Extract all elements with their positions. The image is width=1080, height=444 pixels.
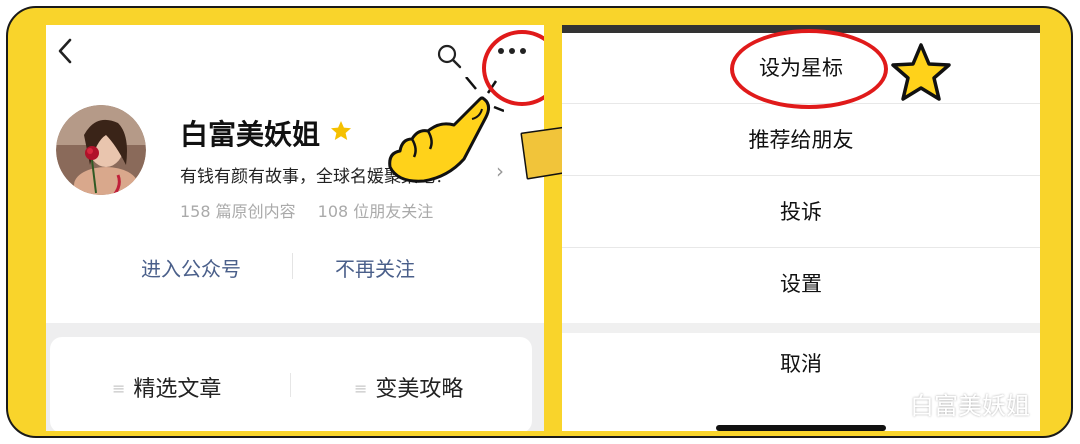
articles-count: 158 篇原创内容	[180, 202, 296, 221]
divider	[562, 175, 1040, 176]
profile-panel: 白富美妖姐 有钱有颜有故事，全球名媛聚集地！ › 158 篇原创内容 108 位朋…	[46, 25, 544, 431]
divider	[290, 373, 291, 397]
action-sheet-panel: 设为星标 推荐给朋友 投诉 设置 取消	[562, 25, 1040, 431]
search-icon[interactable]	[436, 43, 462, 69]
wechat-icon	[868, 390, 902, 417]
menu-icon: ≡	[112, 379, 126, 398]
settings-option[interactable]: 设置	[562, 249, 1040, 319]
menu-icon: ≡	[354, 379, 368, 398]
account-menu: ≡ 精选文章 ≡ 变美攻略	[50, 337, 532, 431]
recommend-option[interactable]: 推荐给朋友	[562, 105, 1040, 175]
home-indicator	[716, 425, 886, 431]
divider	[292, 253, 293, 279]
menu-item-label: 变美攻略	[375, 377, 464, 402]
highlight-ring	[730, 29, 888, 109]
back-icon[interactable]	[54, 37, 78, 65]
divider	[562, 247, 1040, 248]
yellow-frame: 白富美妖姐 有钱有颜有故事，全球名媛聚集地！ › 158 篇原创内容 108 位朋…	[6, 6, 1073, 438]
pointing-hand-icon	[388, 77, 504, 183]
menu-item-label: 精选文章	[133, 377, 222, 402]
star-icon	[331, 121, 351, 140]
watermark-text: 白富美妖姐	[910, 392, 1030, 420]
report-option[interactable]: 投诉	[562, 177, 1040, 247]
account-stats: 158 篇原创内容 108 位朋友关注	[180, 198, 433, 222]
unfollow-button[interactable]: 不再关注	[335, 253, 415, 282]
avatar[interactable]	[56, 105, 146, 195]
menu-item-beauty[interactable]: ≡ 变美攻略	[354, 371, 463, 403]
star-icon	[891, 43, 951, 101]
account-name: 白富美妖姐	[180, 118, 321, 151]
watermark: 白富美妖姐	[868, 386, 1030, 421]
friends-count: 108 位朋友关注	[317, 202, 434, 221]
enter-account-button[interactable]: 进入公众号	[141, 253, 241, 282]
menu-item-featured[interactable]: ≡ 精选文章	[112, 371, 221, 403]
